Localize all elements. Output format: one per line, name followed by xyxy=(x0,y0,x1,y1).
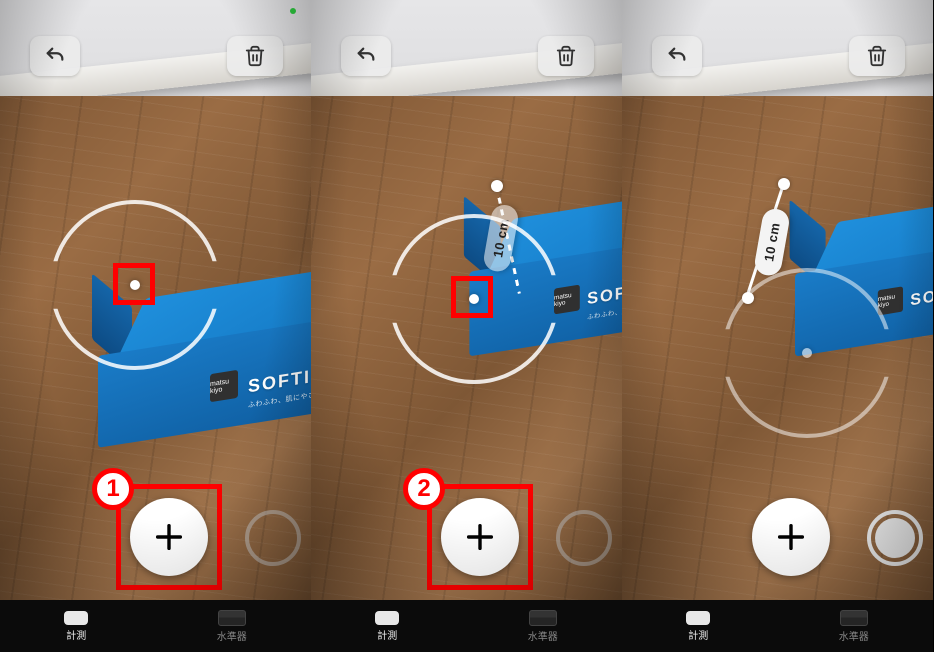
tab-level[interactable]: 水準器 xyxy=(217,610,247,643)
level-icon xyxy=(218,610,246,626)
add-point-button[interactable] xyxy=(130,498,208,576)
tutorial-triptych: matsu kiyo SOFTIM ふわふわ、肌にやさしい xyxy=(0,0,934,652)
tab-measure[interactable]: 計測 xyxy=(375,611,399,642)
trash-icon xyxy=(244,45,266,67)
undo-icon xyxy=(44,45,66,67)
ruler-icon xyxy=(375,611,399,625)
tab-level[interactable]: 水準器 xyxy=(839,610,869,643)
level-icon xyxy=(840,610,868,626)
box-logo: matsu kiyo xyxy=(878,286,903,315)
panel-step-3: matsu kiyo SOFTI 10 cm xyxy=(622,0,933,652)
trash-icon xyxy=(555,45,577,67)
capture-button[interactable] xyxy=(867,510,923,566)
box-logo: matsu kiyo xyxy=(554,285,580,315)
plus-icon xyxy=(774,520,808,554)
clear-button[interactable] xyxy=(227,36,283,76)
tab-measure[interactable]: 計測 xyxy=(64,611,88,642)
capture-button[interactable] xyxy=(245,510,301,566)
camera-viewport[interactable]: matsu kiyo SOFTIM ふわふわ、肌にやさしい xyxy=(0,0,311,600)
tab-label: 計測 xyxy=(688,627,708,642)
ruler-icon xyxy=(686,611,710,625)
tab-level[interactable]: 水準器 xyxy=(528,610,558,643)
scene-object-box: matsu kiyo SOFTI xyxy=(795,206,933,341)
tab-label: 水準器 xyxy=(528,628,558,643)
tab-bar: 計測 水準器 xyxy=(0,600,311,652)
undo-button[interactable] xyxy=(30,36,80,76)
annotation-number-1: 1 xyxy=(92,468,134,510)
measure-endpoint-b xyxy=(742,292,754,304)
status-dot xyxy=(290,8,296,14)
trash-icon xyxy=(866,45,888,67)
box-logo: matsu kiyo xyxy=(210,370,238,402)
tab-bar: 計測 水準器 xyxy=(622,600,933,652)
camera-viewport[interactable]: matsu kiyo SOFTI 10 cm xyxy=(622,0,933,600)
tab-label: 計測 xyxy=(66,627,86,642)
scene-object-box: matsu kiyo SOFTIM ふわふわ、肌にやさしい xyxy=(98,280,311,430)
undo-button[interactable] xyxy=(341,36,391,76)
camera-viewport[interactable]: matsu kiyo SOFTI ふわふわ、肌にやさしい 10 cm xyxy=(311,0,622,600)
annotation-number-2: 2 xyxy=(403,468,445,510)
clear-button[interactable] xyxy=(849,36,905,76)
clear-button[interactable] xyxy=(538,36,594,76)
add-point-button[interactable] xyxy=(752,498,830,576)
ruler-icon xyxy=(64,611,88,625)
measure-endpoint-a xyxy=(778,178,790,190)
undo-button[interactable] xyxy=(652,36,702,76)
plus-icon xyxy=(463,520,497,554)
panel-step-2: matsu kiyo SOFTI ふわふわ、肌にやさしい 10 cm xyxy=(311,0,622,652)
tab-measure[interactable]: 計測 xyxy=(686,611,710,642)
tab-label: 水準器 xyxy=(217,628,247,643)
undo-icon xyxy=(666,45,688,67)
panel-step-1: matsu kiyo SOFTIM ふわふわ、肌にやさしい xyxy=(0,0,311,652)
plus-icon xyxy=(152,520,186,554)
undo-icon xyxy=(355,45,377,67)
level-icon xyxy=(529,610,557,626)
tab-label: 計測 xyxy=(377,627,397,642)
tab-bar: 計測 水準器 xyxy=(311,600,622,652)
capture-button[interactable] xyxy=(556,510,612,566)
add-point-button[interactable] xyxy=(441,498,519,576)
tab-label: 水準器 xyxy=(839,628,869,643)
